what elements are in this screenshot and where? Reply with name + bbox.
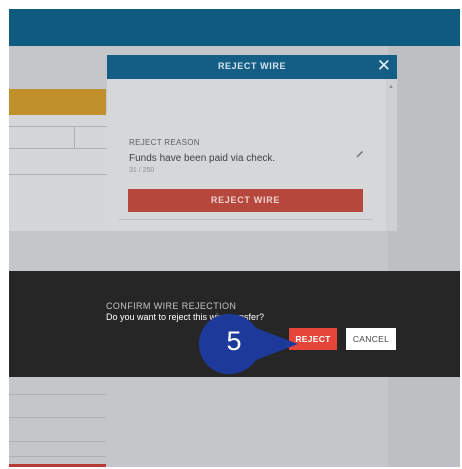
app-window: REJECT WIRE ✕ ▲ REJECT REASON Funds have…: [9, 9, 460, 467]
table-row-divider: [9, 417, 106, 418]
scroll-up-icon[interactable]: ▲: [388, 84, 394, 90]
confirm-title: CONFIRM WIRE REJECTION: [106, 301, 237, 311]
dialog-title: REJECT WIRE: [217, 61, 287, 71]
reject-reason-label: REJECT REASON: [129, 138, 200, 147]
background-side-panel: [388, 46, 460, 467]
background-action-button: [9, 464, 106, 467]
divider: [9, 174, 107, 175]
top-navigation-bar: [9, 9, 460, 46]
reject-reason-input[interactable]: Funds have been paid via check.: [129, 153, 275, 164]
table-row-divider: [9, 394, 106, 395]
table-row-divider: [9, 441, 106, 442]
reject-wire-dialog: REJECT WIRE ✕ ▲ REJECT REASON Funds have…: [107, 55, 397, 231]
dialog-header: REJECT WIRE ✕: [107, 55, 397, 79]
table-row-divider: [9, 456, 106, 457]
close-icon[interactable]: ✕: [377, 57, 391, 75]
dialog-scrollbar[interactable]: [386, 79, 397, 231]
reject-wire-button[interactable]: REJECT WIRE: [128, 189, 363, 212]
cancel-button[interactable]: CANCEL: [346, 328, 396, 350]
column-divider: [74, 126, 75, 148]
step-number: 5: [226, 326, 242, 356]
dialog-divider: [119, 219, 373, 220]
background-highlight-bar: [9, 89, 106, 115]
pencil-icon[interactable]: [355, 148, 365, 158]
character-counter: 31 / 250: [129, 167, 155, 174]
